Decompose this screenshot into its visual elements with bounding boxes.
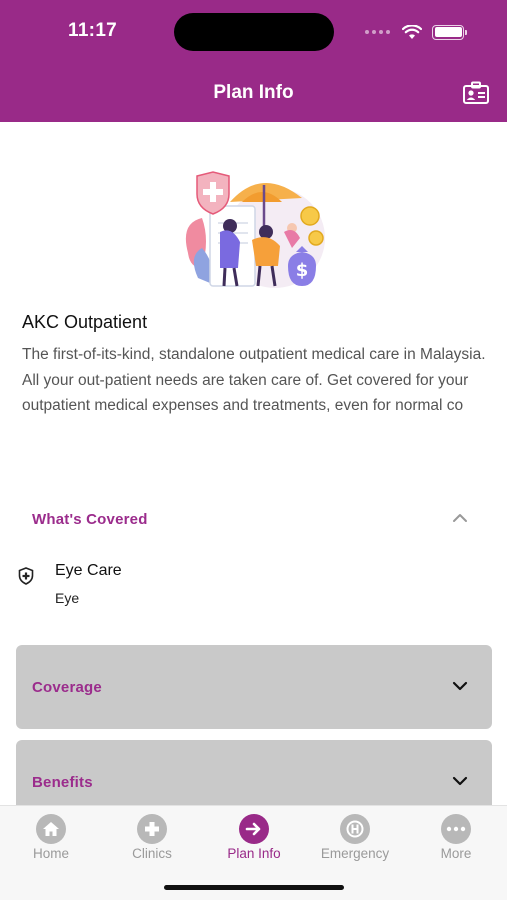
tab-home[interactable]: Home [6, 814, 96, 864]
signal-icon [365, 30, 390, 34]
tab-clinics-label: Clinics [132, 846, 172, 861]
page-title: Plan Info [213, 82, 294, 103]
tab-emergency-label: Emergency [320, 846, 390, 861]
whats-covered-header[interactable]: What's Covered [0, 500, 507, 540]
tab-clinics[interactable]: Clinics [107, 814, 197, 864]
arrow-right-icon [239, 814, 269, 844]
home-indicator[interactable] [164, 885, 344, 890]
home-icon [36, 814, 66, 844]
more-dots-icon [441, 814, 471, 844]
coverage-label: Coverage [32, 679, 102, 696]
benefits-label: Benefits [32, 774, 93, 791]
whats-covered-label: What's Covered [32, 511, 148, 528]
covered-item-subtitle: Eye [55, 590, 80, 606]
chevron-down-icon [452, 776, 468, 786]
hospital-icon [340, 814, 370, 844]
svg-text:$: $ [296, 260, 309, 281]
plan-illustration: $ [180, 168, 330, 293]
status-icons [365, 22, 467, 42]
plan-description: The first-of-its-kind, standalone outpat… [22, 346, 486, 414]
plan-name: AKC Outpatient [22, 312, 148, 332]
id-card-icon [463, 81, 489, 104]
plus-icon [137, 814, 167, 844]
tab-emergency[interactable]: Emergency [310, 814, 400, 864]
tab-plan-info[interactable]: Plan Info [209, 814, 299, 864]
battery-icon [432, 24, 467, 40]
benefits-accordion[interactable]: Benefits [16, 740, 492, 810]
id-card-button[interactable] [461, 80, 491, 106]
dynamic-island [174, 13, 334, 51]
tab-home-label: Home [32, 846, 69, 861]
chevron-up-icon [453, 514, 467, 522]
chevron-down-icon [452, 681, 468, 691]
tab-more[interactable]: More [411, 814, 501, 864]
coverage-accordion[interactable]: Coverage [16, 645, 492, 729]
covered-item-title: Eye Care [55, 562, 122, 579]
tab-more-label: More [440, 846, 472, 861]
covered-item-eye-care[interactable]: Eye Care Eye [0, 558, 507, 618]
app-header: 11:17 Plan Info [0, 0, 507, 122]
wifi-icon [402, 24, 422, 39]
status-time: 11:17 [68, 20, 118, 41]
tab-plan-info-label: Plan Info [227, 846, 281, 861]
shield-plus-icon [18, 567, 34, 585]
